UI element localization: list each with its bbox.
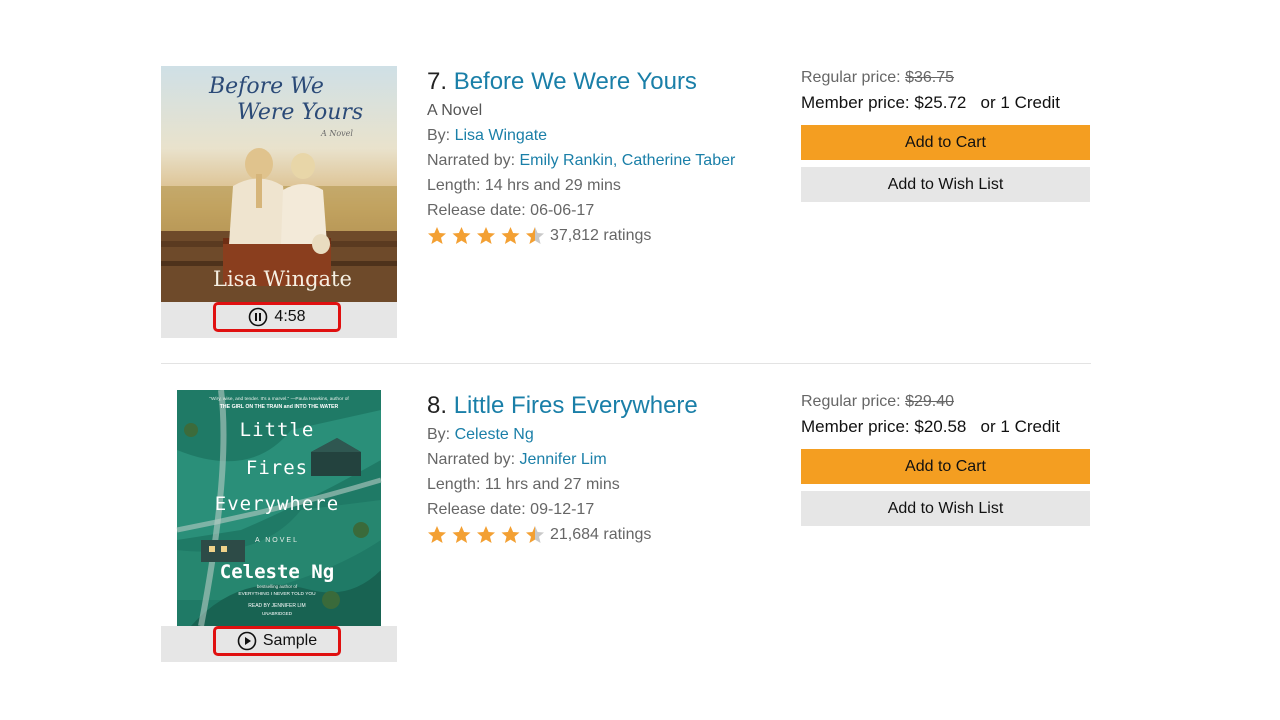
add-to-cart-button[interactable]: Add to Cart: [801, 449, 1090, 484]
narrator-row: Narrated by: Jennifer Lim: [427, 447, 757, 472]
narrator-row: Narrated by: Emily Rankin, Catherine Tab…: [427, 148, 757, 173]
author-link[interactable]: Lisa Wingate: [455, 127, 548, 144]
item-number: 8.: [427, 392, 448, 419]
cover-read-by: READ BY JENNIFER LIM: [248, 603, 305, 609]
cover-title-line3: Everywhere: [215, 493, 339, 515]
author-row: By: Lisa Wingate: [427, 123, 757, 148]
cover-art: Before We Were Yours A Novel Lisa Wingat…: [161, 66, 397, 302]
member-price-row: Member price: $20.58 or 1 Credit: [801, 414, 1091, 439]
by-label: By:: [427, 127, 451, 144]
item-subtitle: A Novel: [427, 102, 483, 119]
item-title-link[interactable]: Before We Were Yours: [454, 68, 697, 95]
audio-player-bar: 4:58: [161, 302, 397, 338]
cover-unabridged: UNABRIDGED: [262, 611, 293, 616]
narrated-label: Narrated by:: [427, 451, 516, 468]
regular-price-value: $36.75: [905, 69, 954, 86]
add-to-wishlist-button[interactable]: Add to Wish List: [801, 167, 1090, 202]
by-label: By:: [427, 426, 451, 443]
cover-author: Celeste Ng: [220, 561, 334, 583]
item-number: 7.: [427, 68, 448, 95]
purchase-panel: Regular price: $29.40 Member price: $20.…: [801, 390, 1091, 526]
length-row: Length: 11 hrs and 27 mins: [427, 476, 620, 493]
regular-price-label: Regular price:: [801, 69, 901, 86]
rating-row[interactable]: 21,684 ratings: [427, 522, 757, 547]
item-title-link[interactable]: Little Fires Everywhere: [454, 392, 698, 419]
cover-title-line2: Fires: [246, 457, 308, 479]
star-rating-icon: [428, 525, 544, 543]
item-details: 8. Little Fires Everywhere By: Celeste N…: [427, 390, 757, 547]
credit-text: or 1 Credit: [980, 93, 1060, 112]
length-row: Length: 14 hrs and 29 mins: [427, 177, 621, 194]
narrator-link-emily-rankin[interactable]: Emily Rankin: [520, 152, 613, 169]
cover-quote-source: THE GIRL ON THE TRAIN and INTO THE WATER: [220, 404, 339, 410]
cover-art: "Wiry, wise, and tender. It's a marvel."…: [161, 390, 397, 626]
cover-image-before-we-were-yours[interactable]: Before We Were Yours A Novel Lisa Wingat…: [161, 66, 397, 302]
cover-blurb-line2: EVERYTHING I NEVER TOLD YOU: [238, 591, 316, 597]
add-to-wishlist-button[interactable]: Add to Wish List: [801, 491, 1090, 526]
add-to-cart-button[interactable]: Add to Cart: [801, 125, 1090, 160]
purchase-panel: Regular price: $36.75 Member price: $25.…: [801, 66, 1091, 202]
ratings-count: 21,684 ratings: [550, 525, 652, 543]
regular-price-row: Regular price: $36.75: [801, 66, 1091, 90]
regular-price-row: Regular price: $29.40: [801, 390, 1091, 414]
member-price-row: Member price: $25.72 or 1 Credit: [801, 90, 1091, 115]
cover-quote: "Wiry, wise, and tender. It's a marvel."…: [209, 396, 349, 402]
regular-price-label: Regular price:: [801, 393, 901, 410]
item-title-line: 7. Before We Were Yours: [427, 66, 757, 98]
member-price-value: $25.72: [914, 93, 967, 112]
narrated-label: Narrated by:: [427, 152, 516, 169]
cover-tag: A Novel: [320, 129, 353, 138]
cover-title-line1: Little: [240, 419, 315, 441]
narrator-separator: ,: [612, 152, 618, 169]
author-row: By: Celeste Ng: [427, 422, 757, 447]
star-rating-icon: [428, 226, 544, 244]
item-divider: [161, 363, 1091, 364]
narrator-link-jennifer-lim[interactable]: Jennifer Lim: [520, 451, 607, 468]
credit-text: or 1 Credit: [980, 417, 1060, 436]
cover-tag: A NOVEL: [255, 537, 299, 544]
member-price-label: Member price:: [801, 93, 910, 112]
cover-blurb-line1: bestselling author of: [257, 584, 298, 589]
pause-circle-icon: [249, 307, 268, 327]
pause-sample-button[interactable]: 4:58: [213, 302, 341, 332]
narrator-link-catherine-taber[interactable]: Catherine Taber: [622, 152, 736, 169]
release-row: Release date: 09-12-17: [427, 501, 595, 518]
player-sample-label: Sample: [262, 632, 318, 649]
audio-player-bar: Sample: [161, 626, 397, 662]
cover-image-little-fires-everywhere[interactable]: "Wiry, wise, and tender. It's a marvel."…: [161, 390, 397, 626]
regular-price-value: $29.40: [905, 393, 954, 410]
play-circle-icon: [237, 631, 257, 651]
item-title-line: 8. Little Fires Everywhere: [427, 390, 757, 422]
cover-title-line1: Before We: [208, 74, 324, 99]
member-price-value: $20.58: [914, 417, 967, 436]
author-link[interactable]: Celeste Ng: [455, 426, 534, 443]
ratings-count: 37,812 ratings: [550, 226, 652, 244]
release-row: Release date: 06-06-17: [427, 202, 595, 219]
cover-author: Lisa Wingate: [213, 267, 352, 291]
rating-row[interactable]: 37,812 ratings: [427, 223, 757, 248]
cover-title-line2: Were Yours: [237, 100, 363, 125]
play-sample-button[interactable]: Sample: [213, 626, 341, 656]
member-price-label: Member price:: [801, 417, 910, 436]
item-details: 7. Before We Were Yours A Novel By: Lisa…: [427, 66, 757, 248]
player-time-label: 4:58: [274, 308, 306, 325]
